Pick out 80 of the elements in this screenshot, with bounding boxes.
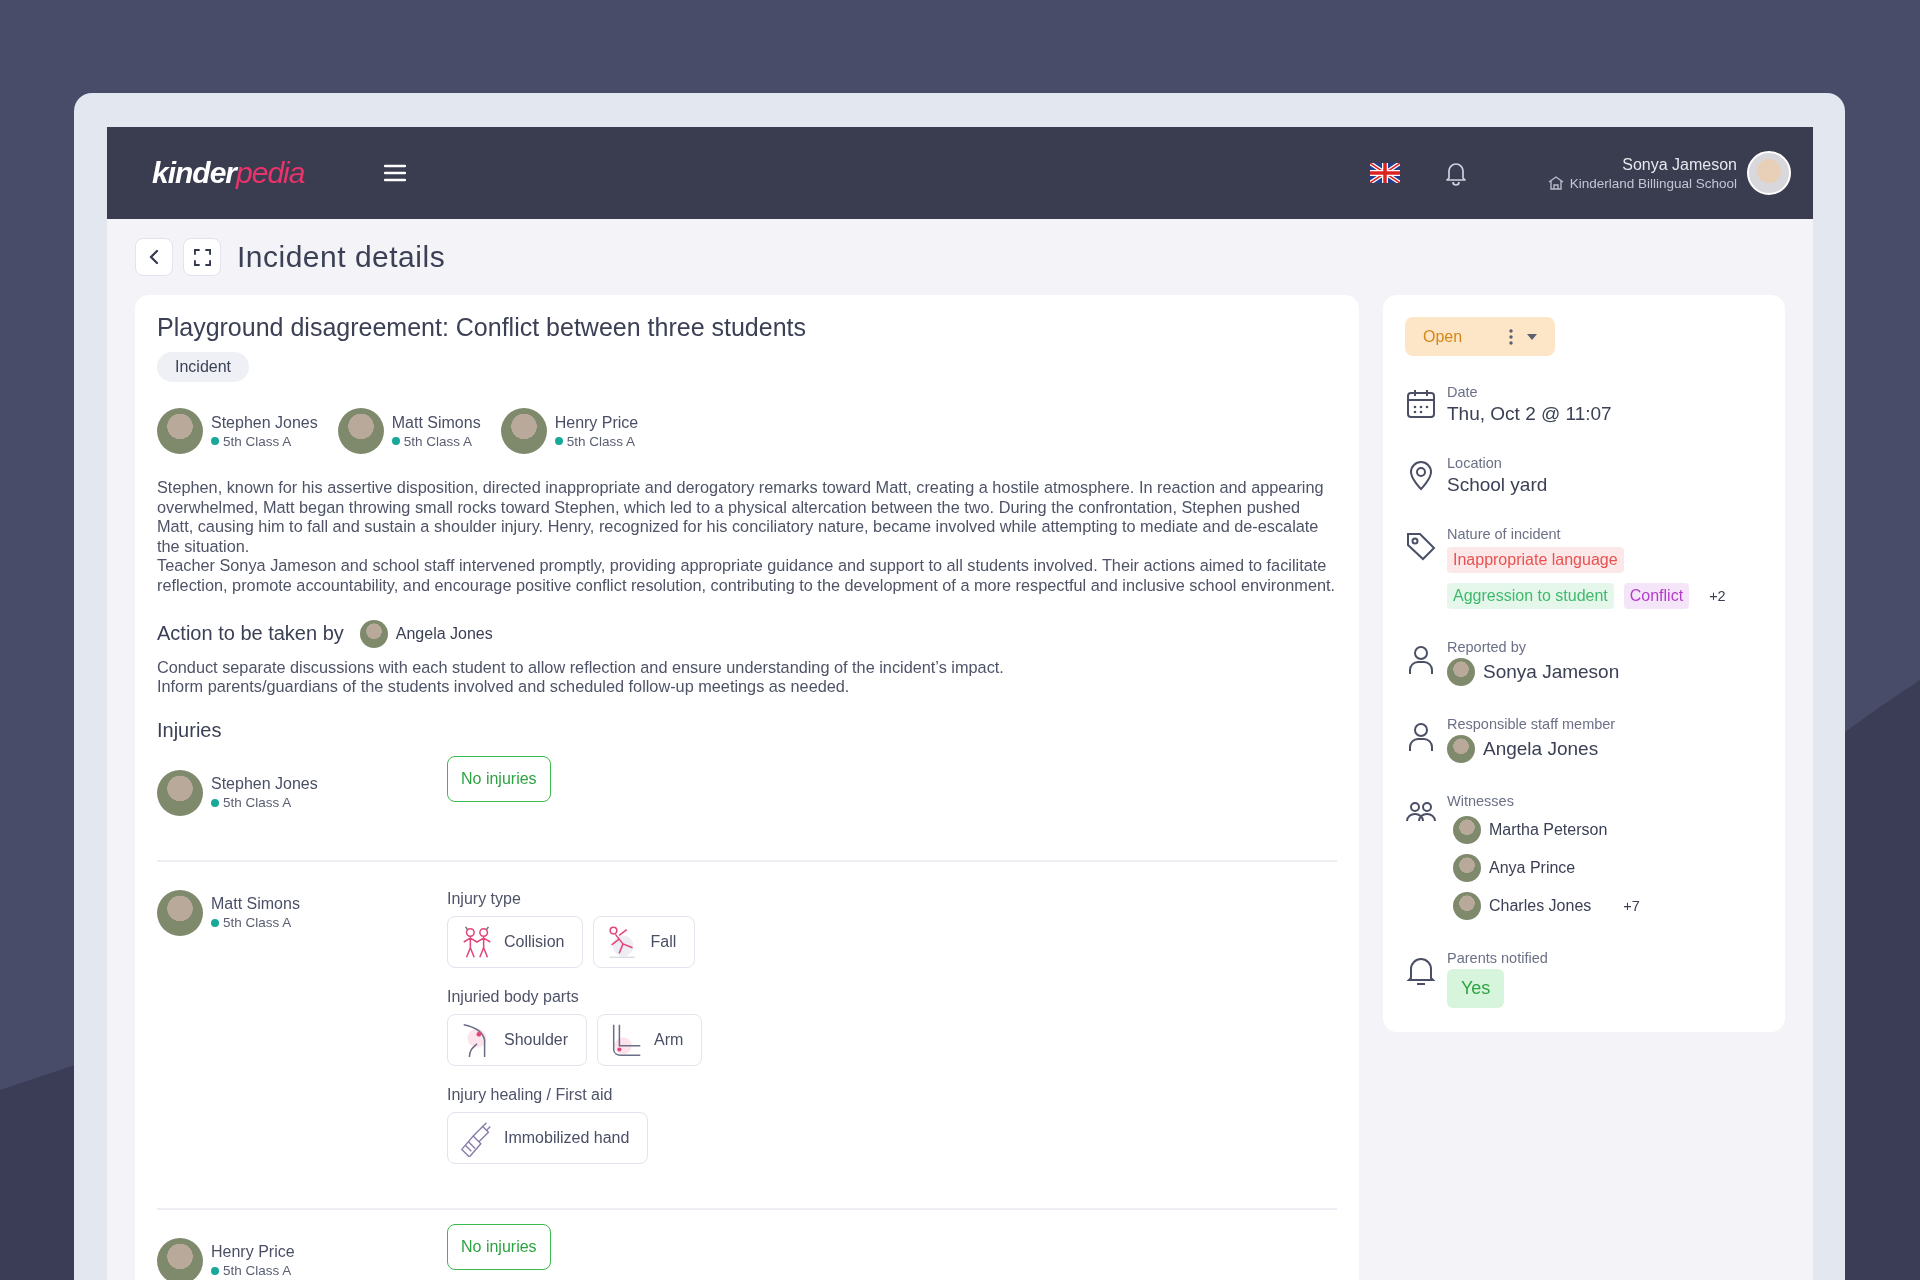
- student-class: 5th Class A: [391, 433, 481, 449]
- injury-chip: Arm: [597, 1013, 703, 1066]
- student-avatar[interactable]: [157, 408, 203, 454]
- incident-tag: Conflict: [1623, 583, 1690, 609]
- action-text: Conduct separate discussions with each student to allow reflection and ensure understanding of the incident’s impact.: [157, 657, 1005, 678]
- student-avatar[interactable]: [337, 408, 384, 454]
- student-avatar[interactable]: [157, 1237, 203, 1280]
- incident-tag: Aggression to student: [1447, 583, 1614, 609]
- back-button[interactable]: [135, 238, 173, 276]
- person-avatar: [1447, 735, 1475, 763]
- injury-chip: Immobilized hand: [447, 1111, 649, 1164]
- fullscreen-icon: [193, 248, 211, 266]
- more-count[interactable]: +7: [1623, 898, 1640, 914]
- description-paragraph: Teacher Sonya Jameson and school staff intervened promptly, providing appropriate guidance and support to all students involved. Their actions aimed to facilitate reflection, promote accountability, and encourage positive conflict resolution, contributing to the development of a more respectful and inclusive school environment.: [157, 556, 1337, 596]
- field-label: Reported by: [1447, 639, 1527, 655]
- injury-chip: Fall: [593, 915, 696, 968]
- student-class: 5th Class A: [554, 433, 639, 449]
- field-label: Date: [1447, 384, 1479, 400]
- injury-group-label: Injury type: [447, 889, 522, 908]
- student-name[interactable]: Stephen Jones: [211, 775, 318, 794]
- more-count[interactable]: +2: [1709, 588, 1726, 604]
- student-class: 5th Class A: [211, 1263, 295, 1279]
- injury-group-label: Injuried body parts: [447, 987, 580, 1006]
- witness-name: Charles Jones: [1489, 897, 1592, 915]
- student-name[interactable]: Stephen Jones: [211, 413, 318, 432]
- field-label: Parents notified: [1447, 950, 1548, 966]
- caret-icon: [1527, 333, 1537, 340]
- witness-avatar: [1453, 854, 1481, 882]
- assignee-avatar: [359, 619, 388, 648]
- field-label: Location: [1447, 455, 1503, 471]
- student-class: 5th Class A: [211, 795, 318, 811]
- notification-bell-icon[interactable]: [1443, 160, 1468, 186]
- field-label: Responsible staff member: [1447, 716, 1616, 732]
- school-name: Kinderland Billingual School: [1569, 175, 1737, 191]
- student-name[interactable]: Matt Simons: [211, 895, 300, 914]
- uk-flag-icon[interactable]: [1369, 163, 1400, 183]
- field-label: Nature of incident: [1447, 526, 1562, 542]
- field-label: Witnesses: [1447, 793, 1515, 809]
- action-heading: Action to be taken by: [157, 622, 344, 646]
- field-value: Thu, Oct 2 @ 11:07: [1447, 403, 1612, 425]
- incident-tag: Inappropriate language: [1447, 547, 1624, 573]
- injury-chip: Collision: [447, 915, 584, 968]
- menu-icon[interactable]: [384, 164, 407, 182]
- student-name[interactable]: Matt Simons: [391, 413, 481, 432]
- parents-notified-badge: Yes: [1447, 969, 1505, 1008]
- action-text: Inform parents/guardians of the students involved and scheduled follow-up meetings as needed.: [157, 677, 851, 697]
- injury-group-label: Injury healing / First aid: [447, 1085, 614, 1104]
- student-name[interactable]: Henry Price: [211, 1243, 295, 1262]
- logo[interactable]: kinderpedia: [152, 156, 305, 190]
- student-avatar[interactable]: [157, 769, 203, 816]
- witness-name: Martha Peterson: [1489, 821, 1608, 839]
- witness-avatar: [1453, 816, 1481, 844]
- more-options-icon[interactable]: [1509, 328, 1513, 345]
- assignee-name: Angela Jones: [395, 624, 493, 643]
- user-avatar[interactable]: [1747, 151, 1791, 195]
- student-name[interactable]: Henry Price: [554, 413, 639, 432]
- student-class: 5th Class A: [211, 433, 318, 449]
- person-avatar: [1447, 658, 1475, 686]
- incident-title: Playground disagreement: Conflict between three students: [157, 313, 807, 342]
- student-avatar[interactable]: [500, 408, 547, 454]
- student-avatar[interactable]: [157, 889, 203, 936]
- field-value: School yard: [1447, 474, 1548, 496]
- witness-name: Anya Prince: [1489, 859, 1576, 877]
- incident-type-badge: Incident: [157, 352, 250, 382]
- person-name: Sonya Jameson: [1483, 661, 1620, 683]
- tag-icon: [1405, 530, 1437, 562]
- description-paragraph: Stephen, known for his assertive disposition, directed inappropriate and derogatory remarks toward Matt, creating a hostile atmosphere. In reaction and appearing overwhelmed, Matt began throwing small rocks toward Stephen, which led to a physical altercation between the two. During the confrontation, Stephen pushed Matt, causing him to fall and sustain a shoulder injury. Henry, recognized for his conciliatory nature, became involved while attempting to mediate and de-escalate the situation.: [157, 478, 1325, 557]
- no-injuries-badge: No injuries: [447, 755, 551, 802]
- user-name: Sonya Jameson: [1622, 155, 1737, 174]
- witness-avatar: [1453, 892, 1481, 920]
- chevron-left-icon: [148, 249, 160, 265]
- person-name: Angela Jones: [1483, 738, 1599, 760]
- injuries-heading: Injuries: [157, 718, 223, 742]
- no-injuries-badge: No injuries: [447, 1223, 551, 1270]
- page-title: Incident details: [237, 240, 446, 274]
- school-icon: [1547, 176, 1564, 190]
- calendar-icon: [1405, 388, 1437, 420]
- student-class: 5th Class A: [211, 915, 300, 931]
- fullscreen-button[interactable]: [183, 238, 221, 276]
- injury-chip: Shoulder: [447, 1013, 588, 1066]
